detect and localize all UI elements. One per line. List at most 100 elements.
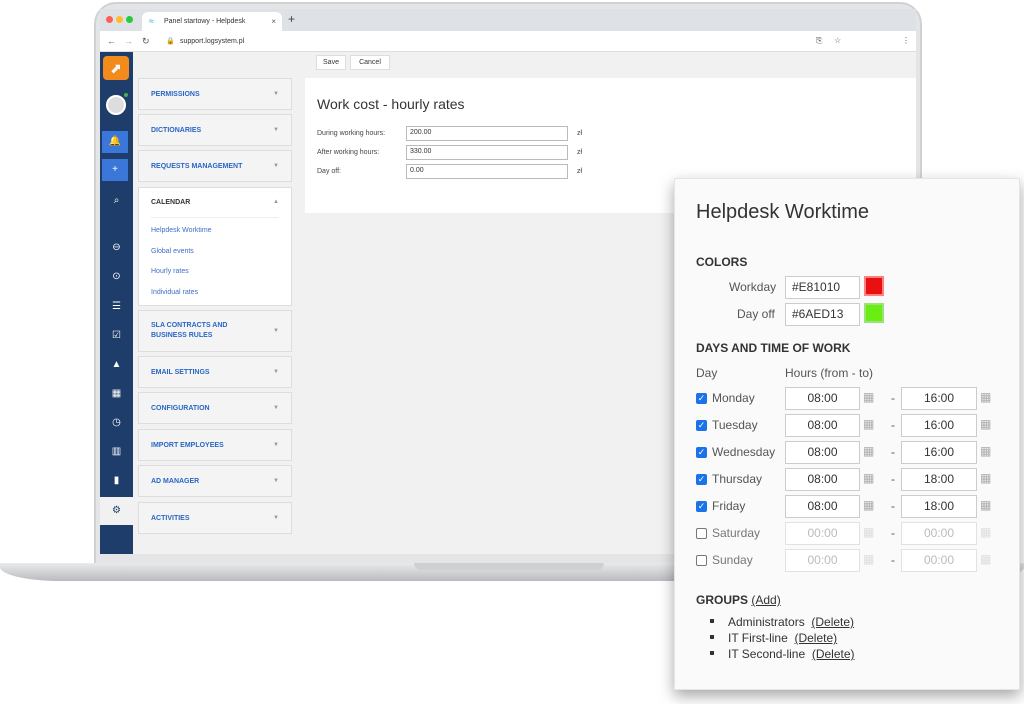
notifications-bell-icon[interactable]: 🔔	[102, 131, 128, 153]
back-icon[interactable]: ←	[107, 36, 116, 46]
calendar-picker-icon[interactable]: ▦	[980, 444, 991, 458]
list-icon[interactable]: ☰	[100, 298, 133, 316]
bullet-icon	[710, 651, 714, 655]
save-button[interactable]: Save	[316, 55, 346, 70]
requests-icon[interactable]: ⊖	[100, 239, 133, 257]
calendar-picker-icon[interactable]: ▦	[980, 525, 991, 539]
time-to-input[interactable]: 18:00	[901, 468, 977, 491]
group-item: IT Second-line (Delete)	[728, 647, 855, 661]
day-checkbox[interactable]	[696, 528, 707, 539]
time-from-input[interactable]: 08:00	[785, 468, 860, 491]
calendar-picker-icon[interactable]: ▦	[863, 444, 874, 458]
day-checkbox[interactable]: ✓	[696, 474, 707, 485]
road-icon[interactable]: ▲	[100, 356, 133, 374]
day-checkbox[interactable]: ✓	[696, 447, 707, 458]
calendar-picker-icon[interactable]: ▦	[863, 498, 874, 512]
calendar-picker-icon[interactable]: ▦	[980, 552, 991, 566]
tasks-icon[interactable]: ☑	[100, 327, 133, 345]
chevron-down-icon: ▼	[273, 127, 279, 133]
currency-label: zł	[577, 130, 583, 137]
menu-requests-management[interactable]: REQUESTS MANAGEMENT ▼	[138, 150, 292, 182]
minimize-window-button[interactable]	[116, 16, 123, 23]
add-icon[interactable]: +	[102, 159, 128, 181]
menu-import-employees[interactable]: IMPORT EMPLOYEES ▼	[138, 429, 292, 461]
menu-activities[interactable]: ACTIVITIES ▼	[138, 502, 292, 534]
calendar-icon[interactable]: ▦	[100, 385, 133, 403]
bookmark-star-icon[interactable]: ☆	[834, 36, 841, 45]
clock-icon[interactable]: ◷	[100, 414, 133, 432]
time-from-input[interactable]: 00:00	[785, 549, 860, 572]
calendar-picker-icon[interactable]: ▦	[980, 498, 991, 512]
menu-email-settings[interactable]: EMAIL SETTINGS ▼	[138, 356, 292, 388]
calendar-picker-icon[interactable]: ▦	[980, 471, 991, 485]
menu-dictionaries[interactable]: DICTIONARIES ▼	[138, 114, 292, 146]
submenu-global-events[interactable]: Global events	[151, 248, 194, 255]
day-checkbox[interactable]	[696, 555, 707, 566]
calendar-picker-icon[interactable]: ▦	[980, 417, 991, 431]
day-checkbox[interactable]: ✓	[696, 501, 707, 512]
time-to-input[interactable]: 00:00	[901, 549, 977, 572]
day-checkbox[interactable]: ✓	[696, 393, 707, 404]
currency-label: zł	[577, 149, 583, 156]
time-to-input[interactable]: 16:00	[901, 441, 977, 464]
workday-color-input[interactable]: #E81010	[785, 276, 860, 299]
close-tab-icon[interactable]: ×	[271, 17, 276, 26]
time-from-input[interactable]: 00:00	[785, 522, 860, 545]
menu-sla-contracts[interactable]: SLA CONTRACTS AND BUSINESS RULES ▼	[138, 310, 292, 352]
submenu-hourly-rates[interactable]: Hourly rates	[151, 268, 189, 275]
time-to-input[interactable]: 16:00	[901, 387, 977, 410]
time-from-input[interactable]: 08:00	[785, 495, 860, 518]
translate-icon[interactable]: ⎘	[816, 36, 822, 46]
calendar-picker-icon[interactable]: ▦	[863, 471, 874, 485]
menu-ad-manager[interactable]: AD MANAGER ▼	[138, 465, 292, 497]
browser-menu-icon[interactable]: ⋮	[902, 36, 910, 45]
columns-icon[interactable]: ▥	[100, 443, 133, 461]
cancel-button[interactable]: Cancel	[350, 55, 390, 70]
url-input[interactable]: support.logsystem.pl	[180, 38, 244, 45]
submenu-individual-rates[interactable]: Individual rates	[151, 289, 198, 296]
workday-color-swatch[interactable]	[864, 276, 884, 296]
after-working-hours-input[interactable]: 330.00	[406, 145, 568, 160]
close-window-button[interactable]	[106, 16, 113, 23]
target-icon[interactable]: ⊙	[100, 268, 133, 286]
add-group-link[interactable]: (Add)	[751, 593, 780, 607]
menu-configuration[interactable]: CONFIGURATION ▼	[138, 392, 292, 424]
forward-icon[interactable]: →	[124, 36, 133, 46]
reload-icon[interactable]: ↻	[142, 36, 150, 47]
search-icon[interactable]: ⌕	[100, 192, 133, 210]
logo-icon[interactable]: ⬈	[103, 56, 129, 80]
calendar-picker-icon[interactable]: ▦	[863, 525, 874, 539]
day-checkbox[interactable]: ✓	[696, 420, 707, 431]
delete-group-link[interactable]: (Delete)	[794, 631, 837, 645]
time-from-input[interactable]: 08:00	[785, 387, 860, 410]
calendar-picker-icon[interactable]: ▦	[863, 390, 874, 404]
delete-group-link[interactable]: (Delete)	[811, 615, 854, 629]
time-from-input[interactable]: 08:00	[785, 414, 860, 437]
time-to-input[interactable]: 18:00	[901, 495, 977, 518]
lock-icon: 🔒	[166, 38, 175, 45]
menu-calendar[interactable]: CALENDAR	[151, 199, 190, 206]
time-to-input[interactable]: 00:00	[901, 522, 977, 545]
day-column-header: Day	[696, 366, 718, 380]
menu-permissions[interactable]: PERMISSIONS ▼	[138, 78, 292, 110]
avatar[interactable]	[106, 95, 126, 115]
dayoff-color-input[interactable]: #6AED13	[785, 303, 860, 326]
calendar-picker-icon[interactable]: ▦	[863, 417, 874, 431]
delete-group-link[interactable]: (Delete)	[812, 647, 855, 661]
browser-tab[interactable]: ≈ Panel startowy - Helpdesk ×	[142, 12, 282, 31]
calendar-picker-icon[interactable]: ▦	[863, 552, 874, 566]
time-from-input[interactable]: 08:00	[785, 441, 860, 464]
submenu-helpdesk-worktime[interactable]: Helpdesk Worktime	[151, 227, 212, 234]
book-icon[interactable]: ▮	[100, 472, 133, 490]
calendar-picker-icon[interactable]: ▦	[980, 390, 991, 404]
dayoff-color-swatch[interactable]	[864, 303, 884, 323]
range-separator: -	[891, 499, 895, 513]
chevron-up-icon[interactable]: ▲	[273, 199, 279, 205]
settings-gear-icon[interactable]: ⚙	[100, 497, 133, 525]
new-tab-button[interactable]: +	[288, 12, 295, 26]
during-working-hours-input[interactable]: 200.00	[406, 126, 568, 141]
time-to-input[interactable]: 16:00	[901, 414, 977, 437]
day-off-input[interactable]: 0.00	[406, 164, 568, 179]
maximize-window-button[interactable]	[126, 16, 133, 23]
day-label: Monday	[712, 391, 755, 405]
